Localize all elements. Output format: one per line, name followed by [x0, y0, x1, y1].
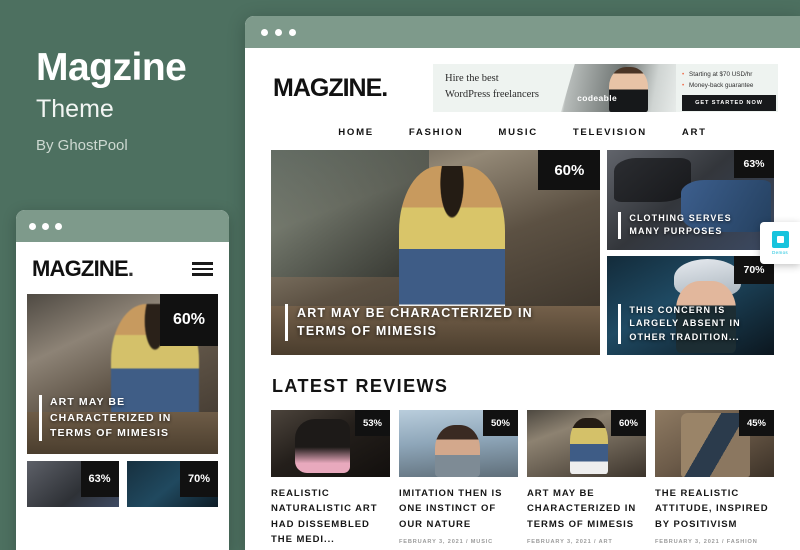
ad-details: Starting at $70 USD/hr Money-back guaran… [676, 64, 778, 112]
ad-image: codeable [561, 64, 676, 112]
hero-side-score-badge: 63% [734, 150, 774, 178]
review-score-badge: 60% [611, 410, 646, 436]
hero-section: 60% ART MAY BE CHARACTERIZED IN TERMS OF… [245, 150, 800, 355]
demos-label: Demos [771, 250, 789, 255]
site-header: MAGZINE. Hire the best WordPress freelan… [245, 48, 800, 116]
side-photo-shape [614, 157, 691, 202]
mobile-hero-title: ART MAY BE CHARACTERIZED IN TERMS OF MIM… [39, 395, 200, 441]
section-title-latest-reviews: LATEST REVIEWS [272, 376, 449, 396]
hamburger-icon[interactable] [192, 262, 213, 276]
ad-person-photo [609, 66, 649, 112]
hamburger-line [192, 262, 213, 265]
promo-title: Magzine [36, 46, 187, 89]
hamburger-line [192, 267, 213, 271]
review-meta: FEBRUARY 3, 2021 / FASHION [655, 539, 758, 546]
nav-item-fashion[interactable]: FASHION [409, 127, 464, 138]
promo-subtitle: Theme [36, 94, 114, 123]
mobile-logo-dot: . [127, 256, 134, 281]
window-dot-minimize-icon[interactable] [275, 28, 282, 36]
nav-item-art[interactable]: ART [682, 127, 707, 138]
mobile-card[interactable]: 63% [27, 461, 119, 507]
mobile-card-score-badge: 70% [180, 461, 218, 497]
review-title[interactable]: REALISTIC NATURALISTIC ART HAD DISSEMBLE… [271, 486, 390, 548]
review-score-badge: 50% [483, 410, 518, 436]
hero-title: ART MAY BE CHARACTERIZED IN TERMS OF MIM… [285, 303, 540, 341]
ad-bullet: Money-back guarantee [682, 80, 772, 91]
review-title[interactable]: ART MAY BE CHARACTERIZED IN TERMS OF MIM… [527, 486, 646, 532]
desktop-viewport: MAGZINE. Hire the best WordPress freelan… [245, 48, 800, 550]
nav-item-home[interactable]: HOME [338, 127, 374, 138]
mobile-preview-window: MAGZINE. 60% ART MAY BE CHARACTERIZED IN… [16, 210, 229, 550]
review-photo-subject [434, 424, 480, 477]
mobile-logo-text: MAGZINE [32, 256, 129, 281]
mobile-card-score-badge: 63% [80, 461, 119, 497]
demos-icon-inner [776, 236, 784, 243]
review-thumbnail: 45% [655, 410, 774, 477]
window-dot-close-icon[interactable] [261, 28, 268, 36]
review-thumbnail: 53% [271, 410, 390, 477]
demos-square-icon [771, 231, 789, 248]
ad-headline-line2: WordPress freelancers [445, 89, 539, 101]
mobile-site-logo[interactable]: MAGZINE. [32, 256, 134, 282]
site-logo-text: MAGZINE [273, 73, 382, 102]
ad-cta-button[interactable]: GET STARTED NOW [682, 95, 776, 112]
hero-score-badge: 60% [538, 150, 601, 190]
hero-side-card[interactable]: 70% THIS CONCERN IS LARGELY ABSENT IN OT… [607, 255, 774, 355]
desktop-preview-window: MAGZINE. Hire the best WordPress freelan… [245, 16, 800, 550]
review-title[interactable]: THE REALISTIC ATTITUDE, INSPIRED BY POSI… [655, 486, 774, 532]
review-thumbnail: 60% [527, 410, 646, 477]
hero-featured-card[interactable]: 60% ART MAY BE CHARACTERIZED IN TERMS OF… [271, 150, 601, 355]
hero-side-title: THIS CONCERN IS LARGELY ABSENT IN OTHER … [618, 303, 764, 344]
promo-panel: Magzine Theme By GhostPool [36, 46, 236, 154]
window-dot-close-icon[interactable] [29, 222, 36, 230]
review-title[interactable]: IMITATION THEN IS ONE INSTINCT OF OUR NA… [399, 486, 518, 532]
review-score-badge: 45% [739, 410, 774, 436]
hero-side-card[interactable]: 63% CLOTHING SERVES MANY PURPOSES [607, 150, 774, 250]
site-logo-dot: . [381, 73, 388, 102]
nav-item-television[interactable]: TELEVISION [573, 127, 647, 138]
review-meta: FEBRUARY 3, 2021 / ART [527, 539, 613, 546]
mobile-site-header: MAGZINE. [16, 242, 229, 294]
ad-headline: Hire the best WordPress freelancers [433, 64, 561, 112]
mobile-card-row: 63% 70% [27, 461, 218, 507]
latest-reviews-grid: 53% REALISTIC NATURALISTIC ART HAD DISSE… [245, 410, 800, 550]
ad-bullet: Starting at $70 USD/hr [682, 69, 772, 80]
mobile-hero-card[interactable]: 60% ART MAY BE CHARACTERIZED IN TERMS OF… [27, 294, 218, 454]
desktop-browser-titlebar [245, 16, 800, 48]
ad-brand-name: codeable [577, 93, 618, 103]
hero-side-title: CLOTHING SERVES MANY PURPOSES [618, 211, 764, 239]
review-card[interactable]: 53% REALISTIC NATURALISTIC ART HAD DISSE… [271, 410, 390, 550]
ad-headline-line1: Hire the best [445, 73, 499, 84]
mobile-card[interactable]: 70% [126, 461, 218, 507]
main-navigation: HOME FASHION MUSIC TELEVISION ART [245, 116, 800, 150]
review-score-badge: 53% [355, 410, 390, 436]
review-card[interactable]: 60% ART MAY BE CHARACTERIZED IN TERMS OF… [527, 410, 646, 550]
review-thumbnail: 50% [399, 410, 518, 477]
mobile-hero-score-badge: 60% [160, 294, 218, 346]
review-card[interactable]: 50% IMITATION THEN IS ONE INSTINCT OF OU… [399, 410, 518, 550]
mobile-browser-titlebar [16, 210, 229, 242]
hero-side-column: 63% CLOTHING SERVES MANY PURPOSES 70% TH… [607, 150, 774, 355]
promo-author: By GhostPool [36, 136, 128, 154]
window-dot-maximize-icon[interactable] [289, 28, 296, 36]
review-meta: FEBRUARY 3, 2021 / MUSIC [399, 539, 494, 546]
review-photo-subject [294, 419, 350, 473]
mobile-viewport: MAGZINE. 60% ART MAY BE CHARACTERIZED IN… [16, 242, 229, 550]
nav-item-music[interactable]: MUSIC [498, 127, 537, 138]
banner-ad[interactable]: Hire the best WordPress freelancers code… [433, 64, 778, 112]
review-card[interactable]: 45% THE REALISTIC ATTITUDE, INSPIRED BY … [655, 410, 774, 550]
site-logo[interactable]: MAGZINE. [273, 73, 388, 103]
review-photo-subject [569, 418, 608, 475]
window-dot-maximize-icon[interactable] [55, 222, 62, 230]
demos-floating-button[interactable]: Demos [760, 222, 800, 264]
hamburger-line [192, 273, 213, 276]
window-dot-minimize-icon[interactable] [42, 222, 49, 230]
